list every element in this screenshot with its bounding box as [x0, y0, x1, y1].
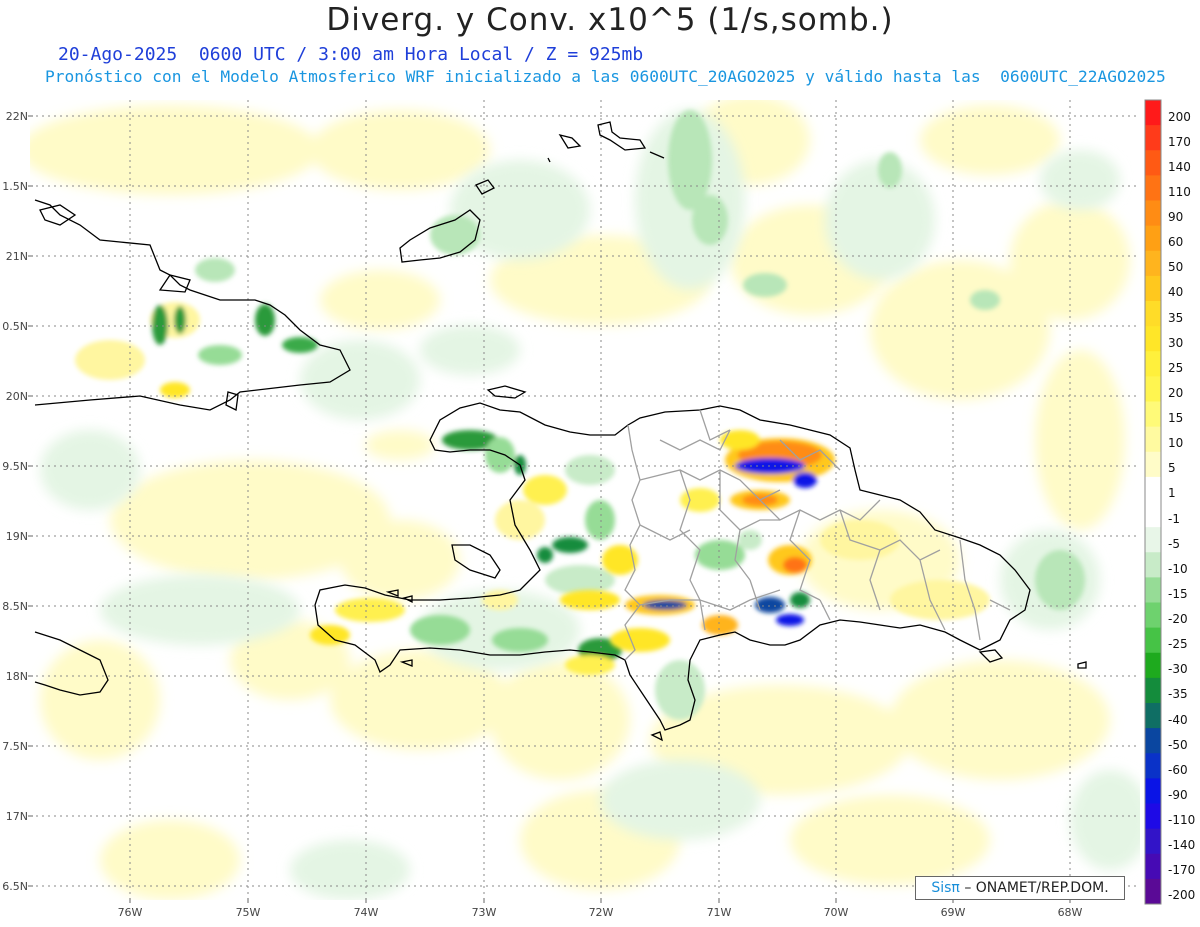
- lat-label: 6.5N: [2, 880, 28, 893]
- colorbar-label: 35: [1168, 310, 1184, 325]
- colorbar-swatch: [1145, 853, 1161, 880]
- colorbar-swatch: [1145, 150, 1161, 176]
- colorbar-label: -40: [1168, 712, 1188, 727]
- latitude-labels: 22N 1.5N 21N 0.5N 20N 9.5N 19N 8.5N 18N …: [2, 110, 28, 893]
- colorbar-swatch: [1145, 552, 1161, 578]
- colorbar-label: 30: [1168, 335, 1184, 350]
- colorbar-label: 15: [1168, 411, 1184, 426]
- valid-time-subtitle: 20-Ago-2025 0600 UTC / 3:00 am Hora Loca…: [58, 44, 644, 65]
- colorbar-swatch: [1145, 602, 1161, 629]
- lon-label: 73W: [472, 906, 497, 919]
- colorbar-swatch: [1145, 476, 1161, 503]
- lon-label: 69W: [941, 906, 966, 919]
- colorbar-swatch: [1145, 225, 1161, 252]
- colorbar-swatch: [1145, 652, 1161, 679]
- lon-label: 71W: [707, 906, 732, 919]
- colorbar-swatch: [1145, 100, 1161, 126]
- map-title: Diverg. y Conv. x10^5 (1/s,somb.): [326, 2, 894, 38]
- colorbar-swatch: [1145, 451, 1161, 478]
- colorbar-swatch: [1145, 627, 1161, 654]
- lat-label: 19N: [6, 530, 28, 543]
- colorbar-swatch: [1145, 828, 1161, 855]
- colorbar-label: -140: [1168, 838, 1196, 853]
- divergence-map: 22N 1.5N 21N 0.5N 20N 9.5N 19N 8.5N 18N …: [2, 99, 1162, 919]
- lon-label: 74W: [354, 906, 379, 919]
- colorbar-swatch: [1145, 502, 1161, 528]
- colorbar-label: -200: [1168, 888, 1196, 903]
- lat-label: 1.5N: [2, 180, 28, 193]
- lat-label: 20N: [6, 390, 28, 403]
- colorbar-label: -30: [1168, 662, 1188, 677]
- colorbar-label: 20: [1168, 385, 1184, 400]
- colorbar-label: 90: [1168, 210, 1184, 225]
- colorbar-swatch: [1145, 753, 1161, 779]
- colorbar-label: 170: [1168, 134, 1191, 149]
- colorbar-swatch: [1145, 677, 1161, 704]
- colorbar-swatch: [1145, 703, 1161, 729]
- colorbar-label: 140: [1168, 159, 1191, 174]
- colorbar-label: 1: [1168, 486, 1176, 501]
- colorbar-label: -50: [1168, 737, 1188, 752]
- colorbar: [1144, 99, 1162, 905]
- colorbar-label: -110: [1168, 813, 1196, 828]
- lat-label: 9.5N: [2, 460, 28, 473]
- colorbar-swatch: [1145, 577, 1161, 604]
- lon-label: 75W: [236, 906, 261, 919]
- colorbar-swatch: [1145, 301, 1161, 327]
- colorbar-label: 50: [1168, 260, 1184, 275]
- colorbar-swatch: [1145, 401, 1161, 428]
- colorbar-label: 40: [1168, 285, 1184, 300]
- colorbar-label: -5: [1168, 536, 1180, 551]
- colorbar-label: -35: [1168, 687, 1188, 702]
- lat-label: 17N: [6, 810, 28, 823]
- colorbar-swatch: [1145, 803, 1161, 830]
- colorbar-label: -20: [1168, 612, 1188, 627]
- credit-box: Sisπ – ONAMET/REP.DOM.: [915, 876, 1125, 900]
- lon-label: 76W: [118, 906, 143, 919]
- colorbar-label: 25: [1168, 360, 1184, 375]
- lon-label: 72W: [589, 906, 614, 919]
- colorbar-label: -1: [1168, 511, 1180, 526]
- colorbar-swatch: [1145, 275, 1161, 302]
- longitude-labels: 76W 75W 74W 73W 72W 71W 70W 69W 68W: [118, 906, 1083, 919]
- colorbar-swatch: [1145, 125, 1161, 151]
- colorbar-swatch: [1145, 175, 1161, 202]
- lat-label: 8.5N: [2, 600, 28, 613]
- colorbar-label: -25: [1168, 637, 1188, 652]
- colorbar-label: -60: [1168, 762, 1188, 777]
- colorbar-swatch: [1145, 728, 1161, 754]
- colorbar-label: -170: [1168, 863, 1196, 878]
- lat-label: 22N: [6, 110, 28, 123]
- lon-label: 68W: [1058, 906, 1083, 919]
- colorbar-swatch: [1145, 426, 1161, 453]
- colorbar-label: 60: [1168, 235, 1184, 250]
- colorbar-label: 200: [1168, 109, 1191, 124]
- colorbar-swatch: [1145, 351, 1161, 377]
- lat-label: 21N: [6, 250, 28, 263]
- colorbar-label: -90: [1168, 787, 1188, 802]
- colorbar-label: 110: [1168, 184, 1191, 199]
- colorbar-label: 10: [1168, 436, 1184, 451]
- lat-label: 0.5N: [2, 320, 28, 333]
- colorbar-swatch: [1145, 326, 1161, 352]
- colorbar-swatch: [1145, 250, 1161, 277]
- colorbar-swatch: [1145, 527, 1161, 553]
- colorbar-label: -10: [1168, 561, 1188, 576]
- colorbar-swatch: [1145, 878, 1161, 905]
- lat-label: 7.5N: [2, 740, 28, 753]
- colorbar-swatch: [1145, 200, 1161, 227]
- colorbar-swatch: [1145, 778, 1161, 805]
- sisti-logo-text: Sisπ: [931, 880, 960, 896]
- model-run-subtitle: Pronóstico con el Modelo Atmosferico WRF…: [45, 67, 1166, 86]
- colorbar-label: -15: [1168, 586, 1188, 601]
- colorbar-label: 5: [1168, 461, 1176, 476]
- lon-label: 70W: [824, 906, 849, 919]
- onamet-credit: – ONAMET/REP.DOM.: [964, 880, 1109, 896]
- lat-label: 18N: [6, 670, 28, 683]
- colorbar-swatch: [1145, 376, 1161, 403]
